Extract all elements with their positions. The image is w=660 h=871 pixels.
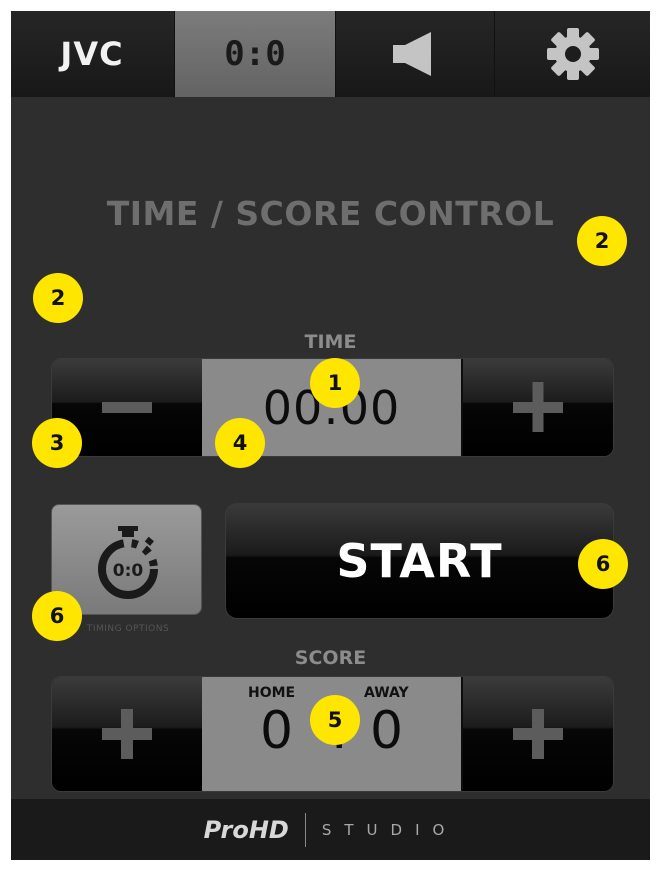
tab-settings[interactable] <box>494 11 650 97</box>
footer-divider <box>304 812 306 847</box>
gear-icon <box>547 28 599 80</box>
annotation-marker: 2 <box>33 273 83 323</box>
annotation-marker: 4 <box>215 418 265 468</box>
tab-audio[interactable] <box>335 11 494 97</box>
plus-icon <box>102 709 152 759</box>
footer-product: STUDIO <box>321 820 458 839</box>
time-section-label: TIME <box>304 331 357 353</box>
plus-icon <box>513 709 563 759</box>
tab-jvc[interactable]: JVC <box>11 11 173 97</box>
annotation-marker: 6 <box>578 539 628 589</box>
start-button[interactable]: START <box>225 503 614 619</box>
annotation-marker: 2 <box>577 216 627 266</box>
footer: ProHD STUDIO <box>11 799 650 860</box>
away-label: AWAY <box>364 685 409 701</box>
home-score: 0 <box>260 701 294 761</box>
plus-icon <box>513 382 563 432</box>
home-score-increment-button[interactable] <box>52 677 202 791</box>
tab-score-label: 0:0 <box>224 34 286 74</box>
time-increment-button[interactable] <box>463 359 613 456</box>
annotation-marker: 6 <box>32 591 82 641</box>
speaker-icon <box>393 32 431 76</box>
start-button-label: START <box>336 534 503 588</box>
jvc-logo: JVC <box>60 35 124 73</box>
annotation-marker: 1 <box>310 358 360 408</box>
prohd-logo: ProHD <box>203 815 289 844</box>
away-score: 0 <box>370 701 404 761</box>
annotation-marker: 3 <box>32 418 82 468</box>
stopwatch-icon-text: 0:0 <box>113 561 144 581</box>
tab-score[interactable]: 0:0 <box>174 11 335 97</box>
home-label: HOME <box>248 685 296 701</box>
score-section-label: SCORE <box>294 647 367 669</box>
page-title: TIME / SCORE CONTROL <box>106 194 555 233</box>
tab-bar: JVC 0:0 <box>11 11 650 97</box>
away-score-increment-button[interactable] <box>463 677 613 791</box>
annotation-marker: 5 <box>310 695 360 745</box>
